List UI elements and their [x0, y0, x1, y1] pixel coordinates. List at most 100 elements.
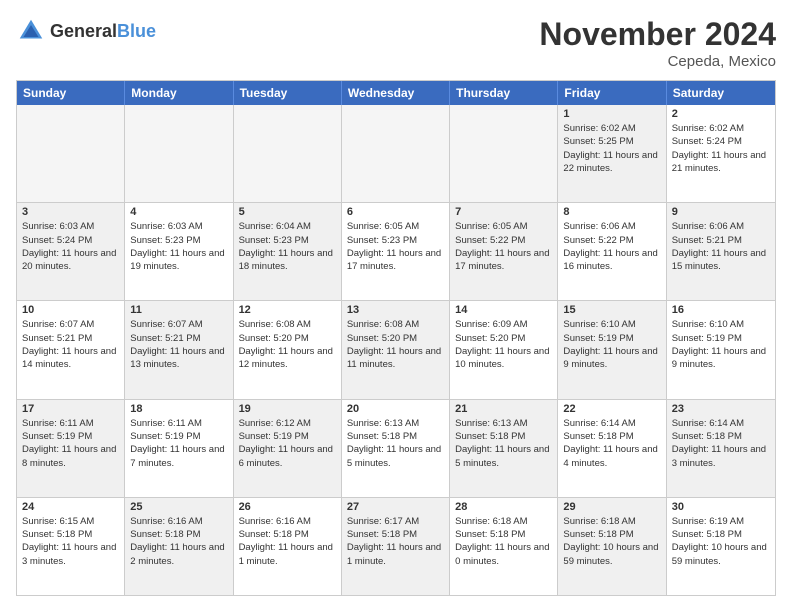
- cal-header-cell: Wednesday: [342, 81, 450, 105]
- day-info: Sunrise: 6:07 AM Sunset: 5:21 PM Dayligh…: [22, 318, 119, 371]
- day-number: 7: [455, 206, 552, 218]
- day-info: Sunrise: 6:11 AM Sunset: 5:19 PM Dayligh…: [130, 417, 227, 470]
- cal-cell: 14 Sunrise: 6:09 AM Sunset: 5:20 PM Dayli…: [450, 301, 558, 398]
- cal-cell: 6 Sunrise: 6:05 AM Sunset: 5:23 PM Daylig…: [342, 203, 450, 300]
- page: GeneralBlue November 2024 Cepeda, Mexico…: [0, 0, 792, 612]
- day-number: 4: [130, 206, 227, 218]
- day-number: 29: [563, 501, 660, 513]
- cal-cell: 9Sunrise: 6:06 AM Sunset: 5:21 PM Daylig…: [667, 203, 775, 300]
- cal-row: 10 Sunrise: 6:07 AM Sunset: 5:21 PM Dayli…: [17, 301, 775, 399]
- day-number: 19: [239, 403, 336, 415]
- cal-row: 3 Sunrise: 6:03 AM Sunset: 5:24 PM Daylig…: [17, 203, 775, 301]
- cal-header-cell: Monday: [125, 81, 233, 105]
- day-number: 14: [455, 304, 552, 316]
- day-info: Sunrise: 6:05 AM Sunset: 5:23 PM Dayligh…: [347, 220, 444, 273]
- logo-icon: [16, 16, 46, 46]
- day-info: Sunrise: 6:15 AM Sunset: 5:18 PM Dayligh…: [22, 515, 119, 568]
- cal-cell: 5 Sunrise: 6:04 AM Sunset: 5:23 PM Daylig…: [234, 203, 342, 300]
- day-info: Sunrise: 6:12 AM Sunset: 5:19 PM Dayligh…: [239, 417, 336, 470]
- cal-cell: 7Sunrise: 6:05 AM Sunset: 5:22 PM Daylig…: [450, 203, 558, 300]
- day-info: Sunrise: 6:16 AM Sunset: 5:18 PM Dayligh…: [130, 515, 227, 568]
- cal-cell: 29 Sunrise: 6:18 AM Sunset: 5:18 PM Dayli…: [558, 498, 666, 595]
- cal-cell: 26Sunrise: 6:16 AM Sunset: 5:18 PM Dayli…: [234, 498, 342, 595]
- cal-cell: 21Sunrise: 6:13 AM Sunset: 5:18 PM Dayli…: [450, 400, 558, 497]
- cal-cell: 4 Sunrise: 6:03 AM Sunset: 5:23 PM Daylig…: [125, 203, 233, 300]
- day-number: 25: [130, 501, 227, 513]
- day-number: 20: [347, 403, 444, 415]
- day-info: Sunrise: 6:14 AM Sunset: 5:18 PM Dayligh…: [672, 417, 770, 470]
- day-number: 17: [22, 403, 119, 415]
- cal-cell: 25 Sunrise: 6:16 AM Sunset: 5:18 PM Dayli…: [125, 498, 233, 595]
- logo: GeneralBlue: [16, 16, 156, 46]
- day-info: Sunrise: 6:14 AM Sunset: 5:18 PM Dayligh…: [563, 417, 660, 470]
- day-number: 8: [563, 206, 660, 218]
- day-info: Sunrise: 6:13 AM Sunset: 5:18 PM Dayligh…: [347, 417, 444, 470]
- header: GeneralBlue November 2024 Cepeda, Mexico: [16, 16, 776, 70]
- cal-header-cell: Thursday: [450, 81, 558, 105]
- day-info: Sunrise: 6:06 AM Sunset: 5:21 PM Dayligh…: [672, 220, 770, 273]
- day-info: Sunrise: 6:02 AM Sunset: 5:25 PM Dayligh…: [563, 122, 660, 175]
- cal-cell: 12 Sunrise: 6:08 AM Sunset: 5:20 PM Dayli…: [234, 301, 342, 398]
- day-info: Sunrise: 6:03 AM Sunset: 5:24 PM Dayligh…: [22, 220, 119, 273]
- day-number: 5: [239, 206, 336, 218]
- day-number: 1: [563, 108, 660, 120]
- day-number: 22: [563, 403, 660, 415]
- cal-row: 1 Sunrise: 6:02 AM Sunset: 5:25 PM Daylig…: [17, 105, 775, 203]
- cal-cell: [125, 105, 233, 202]
- day-number: 2: [672, 108, 770, 120]
- cal-cell: 11Sunrise: 6:07 AM Sunset: 5:21 PM Dayli…: [125, 301, 233, 398]
- cal-cell: 24 Sunrise: 6:15 AM Sunset: 5:18 PM Dayli…: [17, 498, 125, 595]
- day-info: Sunrise: 6:13 AM Sunset: 5:18 PM Dayligh…: [455, 417, 552, 470]
- day-info: Sunrise: 6:17 AM Sunset: 5:18 PM Dayligh…: [347, 515, 444, 568]
- cal-cell: 1 Sunrise: 6:02 AM Sunset: 5:25 PM Daylig…: [558, 105, 666, 202]
- cal-header-cell: Friday: [558, 81, 666, 105]
- cal-cell: [234, 105, 342, 202]
- day-info: Sunrise: 6:04 AM Sunset: 5:23 PM Dayligh…: [239, 220, 336, 273]
- cal-row: 17 Sunrise: 6:11 AM Sunset: 5:19 PM Dayli…: [17, 400, 775, 498]
- day-info: Sunrise: 6:08 AM Sunset: 5:20 PM Dayligh…: [347, 318, 444, 371]
- day-info: Sunrise: 6:10 AM Sunset: 5:19 PM Dayligh…: [563, 318, 660, 371]
- day-info: Sunrise: 6:02 AM Sunset: 5:24 PM Dayligh…: [672, 122, 770, 175]
- cal-cell: 13Sunrise: 6:08 AM Sunset: 5:20 PM Dayli…: [342, 301, 450, 398]
- day-number: 12: [239, 304, 336, 316]
- day-info: Sunrise: 6:08 AM Sunset: 5:20 PM Dayligh…: [239, 318, 336, 371]
- day-info: Sunrise: 6:19 AM Sunset: 5:18 PM Dayligh…: [672, 515, 770, 568]
- day-number: 3: [22, 206, 119, 218]
- day-info: Sunrise: 6:03 AM Sunset: 5:23 PM Dayligh…: [130, 220, 227, 273]
- day-info: Sunrise: 6:06 AM Sunset: 5:22 PM Dayligh…: [563, 220, 660, 273]
- calendar: SundayMondayTuesdayWednesdayThursdayFrid…: [16, 80, 776, 596]
- cal-cell: 2 Sunrise: 6:02 AM Sunset: 5:24 PM Daylig…: [667, 105, 775, 202]
- day-info: Sunrise: 6:18 AM Sunset: 5:18 PM Dayligh…: [455, 515, 552, 568]
- cal-header-cell: Saturday: [667, 81, 775, 105]
- day-number: 16: [672, 304, 770, 316]
- cal-cell: 20 Sunrise: 6:13 AM Sunset: 5:18 PM Dayli…: [342, 400, 450, 497]
- day-number: 6: [347, 206, 444, 218]
- cal-cell: 3 Sunrise: 6:03 AM Sunset: 5:24 PM Daylig…: [17, 203, 125, 300]
- cal-cell: 8 Sunrise: 6:06 AM Sunset: 5:22 PM Daylig…: [558, 203, 666, 300]
- month-title: November 2024: [539, 16, 776, 53]
- day-number: 27: [347, 501, 444, 513]
- cal-cell: 16Sunrise: 6:10 AM Sunset: 5:19 PM Dayli…: [667, 301, 775, 398]
- day-number: 18: [130, 403, 227, 415]
- cal-cell: 27 Sunrise: 6:17 AM Sunset: 5:18 PM Dayli…: [342, 498, 450, 595]
- cal-cell: 23Sunrise: 6:14 AM Sunset: 5:18 PM Dayli…: [667, 400, 775, 497]
- cal-cell: [450, 105, 558, 202]
- cal-cell: 28 Sunrise: 6:18 AM Sunset: 5:18 PM Dayli…: [450, 498, 558, 595]
- cal-cell: 17Sunrise: 6:11 AM Sunset: 5:19 PM Dayli…: [17, 400, 125, 497]
- logo-text-general: GeneralBlue: [50, 21, 156, 42]
- title-section: November 2024 Cepeda, Mexico: [539, 16, 776, 70]
- day-number: 10: [22, 304, 119, 316]
- day-number: 26: [239, 501, 336, 513]
- day-number: 28: [455, 501, 552, 513]
- cal-header-cell: Tuesday: [234, 81, 342, 105]
- day-info: Sunrise: 6:09 AM Sunset: 5:20 PM Dayligh…: [455, 318, 552, 371]
- day-number: 15: [563, 304, 660, 316]
- calendar-body: 1 Sunrise: 6:02 AM Sunset: 5:25 PM Daylig…: [17, 105, 775, 595]
- cal-cell: [17, 105, 125, 202]
- cal-cell: 10 Sunrise: 6:07 AM Sunset: 5:21 PM Dayli…: [17, 301, 125, 398]
- cal-header-cell: Sunday: [17, 81, 125, 105]
- cal-cell: 19 Sunrise: 6:12 AM Sunset: 5:19 PM Dayli…: [234, 400, 342, 497]
- day-number: 24: [22, 501, 119, 513]
- day-info: Sunrise: 6:07 AM Sunset: 5:21 PM Dayligh…: [130, 318, 227, 371]
- day-info: Sunrise: 6:18 AM Sunset: 5:18 PM Dayligh…: [563, 515, 660, 568]
